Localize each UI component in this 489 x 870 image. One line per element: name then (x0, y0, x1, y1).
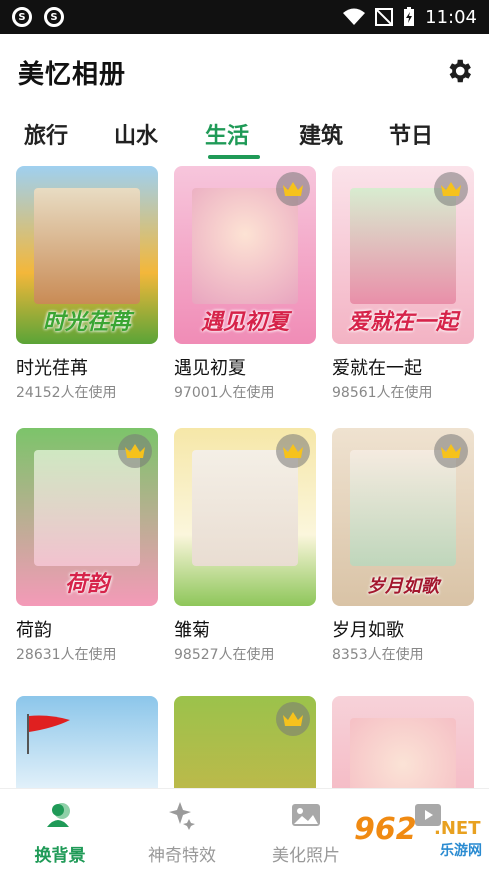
usage-count: 98527人在使用 (174, 647, 275, 663)
status-time: 11:04 (425, 6, 477, 28)
premium-crown-icon (434, 434, 468, 468)
nav-label: 美化照片 (272, 846, 340, 866)
photo-frame (34, 188, 140, 304)
person-background-icon (47, 803, 70, 827)
app-title: 美忆相册 (18, 60, 127, 90)
site-watermark: 962 .NET 乐游网 (350, 810, 486, 862)
premium-crown-icon (276, 172, 310, 206)
watermark-subtitle: 乐游网 (440, 843, 482, 859)
thumbnail-caption: 荷韵 (64, 571, 109, 597)
template-title: 爱就在一起 (332, 358, 422, 379)
template-thumbnail: 遇见初夏 (174, 166, 316, 344)
thumbnail-caption: 岁月如歌 (367, 576, 439, 597)
usage-count: 24152人在使用 (16, 385, 117, 401)
tab-travel[interactable]: 旅行 (24, 118, 68, 150)
photo-frame (192, 450, 298, 566)
nav-label: 换背景 (34, 846, 86, 866)
template-card[interactable] (16, 696, 158, 788)
premium-crown-icon (434, 172, 468, 206)
template-card[interactable]: 岁月如歌 岁月如歌 8353人在使用 (332, 428, 474, 664)
nav-label: 神奇特效 (148, 846, 216, 866)
photo-frame (350, 450, 456, 566)
template-thumbnail: 岁月如歌 (332, 428, 474, 606)
photo-frame (192, 188, 298, 304)
template-card[interactable]: 雏菊 98527人在使用 (174, 428, 316, 664)
photo-frame (350, 718, 456, 788)
template-card[interactable]: 遇见初夏 遇见初夏 97001人在使用 (174, 166, 316, 402)
thumbnail-caption: 遇见初夏 (200, 309, 289, 335)
usage-count: 97001人在使用 (174, 385, 275, 401)
usage-count: 98561人在使用 (332, 385, 433, 401)
photo-frame (34, 450, 140, 566)
template-title: 雏菊 (174, 620, 210, 641)
template-thumbnail: 时光荏苒 (16, 166, 158, 344)
header: 美忆相册 (0, 34, 489, 110)
nav-magic-effects[interactable]: 神奇特效 (122, 799, 242, 866)
wifi-icon (343, 8, 366, 25)
flag-icon (27, 714, 70, 754)
tab-festival[interactable]: 节日 (389, 118, 433, 150)
template-thumbnail (16, 696, 158, 788)
template-card[interactable]: 时光荏苒 时光荏苒 24152人在使用 (16, 166, 158, 402)
watermark-net: .NET (434, 818, 481, 839)
nav-change-background[interactable]: 换背景 (0, 799, 120, 866)
status-bar: S S 11:04 (0, 0, 489, 34)
no-signal-icon (375, 8, 394, 26)
image-icon (292, 804, 320, 826)
premium-crown-icon (276, 434, 310, 468)
template-thumbnail: 爱就在一起 (332, 166, 474, 344)
template-card[interactable]: 爱就在一起 爱就在一起 98561人在使用 (332, 166, 474, 402)
premium-crown-icon (276, 702, 310, 736)
notification-icon: S (12, 7, 32, 27)
usage-count: 28631人在使用 (16, 647, 117, 663)
battery-charging-icon (404, 7, 415, 26)
template-thumbnail (174, 428, 316, 606)
tab-landscape[interactable]: 山水 (114, 118, 158, 150)
usage-count: 8353人在使用 (332, 647, 424, 663)
template-title: 遇见初夏 (174, 358, 246, 379)
settings-gear-icon[interactable] (444, 56, 474, 86)
template-grid: 时光荏苒 时光荏苒 24152人在使用 遇见初夏 遇见初夏 97001人在使用 … (0, 166, 489, 788)
category-tabs: 旅行 山水 生活 建筑 节日 (0, 112, 489, 162)
template-thumbnail: 荷韵 (16, 428, 158, 606)
photo-frame (350, 188, 456, 304)
template-thumbnail (332, 696, 474, 788)
nav-beautify-photo[interactable]: 美化照片 (246, 799, 366, 866)
active-tab-indicator (208, 155, 260, 159)
template-title: 荷韵 (16, 620, 52, 641)
template-thumbnail (174, 696, 316, 788)
tab-life[interactable]: 生活 (205, 118, 249, 150)
thumbnail-caption: 爱就在一起 (347, 309, 458, 335)
template-card[interactable] (332, 696, 474, 788)
template-title: 岁月如歌 (332, 620, 404, 641)
sparkle-icon (169, 802, 195, 830)
premium-crown-icon (118, 434, 152, 468)
template-card[interactable]: 荷韵 荷韵 28631人在使用 (16, 428, 158, 664)
notification-icon: S (44, 7, 64, 27)
template-title: 时光荏苒 (16, 358, 88, 379)
template-card[interactable] (174, 696, 316, 788)
watermark-number: 962 (354, 812, 417, 847)
thumbnail-caption: 时光荏苒 (42, 309, 131, 335)
tab-architecture[interactable]: 建筑 (299, 118, 343, 150)
